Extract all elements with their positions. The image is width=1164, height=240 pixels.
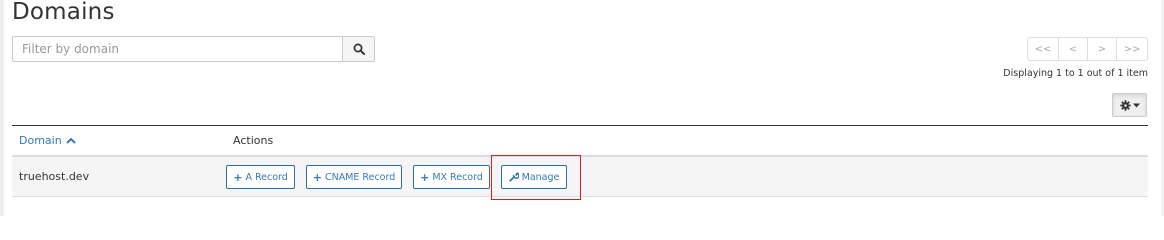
add-a-record-button[interactable]: + A Record: [226, 165, 295, 189]
search-group: [12, 36, 375, 62]
table-row: [12, 157, 1148, 196]
plus-icon: +: [312, 170, 322, 184]
add-mx-record-button[interactable]: + MX Record: [413, 165, 490, 189]
wrench-icon: [508, 172, 519, 182]
search-button[interactable]: [343, 36, 375, 62]
pagination-summary: Displaying 1 to 1 out of 1 item: [1003, 68, 1148, 79]
column-header-actions: Actions: [233, 134, 274, 147]
pagination: << < > >>: [1027, 37, 1148, 61]
last-page-button[interactable]: >>: [1116, 37, 1148, 61]
plus-icon: +: [420, 170, 430, 184]
chevron-up-icon: [65, 137, 76, 144]
manage-label: Manage: [521, 171, 560, 183]
left-edge: [0, 0, 4, 216]
manage-button[interactable]: Manage: [501, 165, 567, 189]
add-cname-record-button[interactable]: + CNAME Record: [306, 165, 402, 189]
column-header-domain[interactable]: Domain: [19, 134, 76, 147]
first-page-button[interactable]: <<: [1027, 37, 1059, 61]
page-title: Domains: [12, 0, 115, 25]
table-top-border: [12, 125, 1148, 126]
next-page-button[interactable]: >: [1087, 37, 1117, 61]
add-a-record-label: A Record: [245, 171, 288, 183]
caret-down-icon: [1132, 103, 1140, 107]
plus-icon: +: [233, 170, 243, 184]
table-row-divider: [12, 196, 1148, 197]
add-mx-record-label: MX Record: [432, 171, 483, 183]
domain-cell: truehost.dev: [19, 170, 90, 183]
add-cname-record-label: CNAME Record: [324, 171, 396, 183]
previous-page-button[interactable]: <: [1058, 37, 1088, 61]
search-input[interactable]: [12, 36, 343, 62]
column-header-domain-label: Domain: [19, 134, 62, 147]
gear-icon: [1119, 99, 1131, 111]
search-icon: [353, 43, 365, 55]
table-settings-button[interactable]: [1112, 93, 1147, 117]
